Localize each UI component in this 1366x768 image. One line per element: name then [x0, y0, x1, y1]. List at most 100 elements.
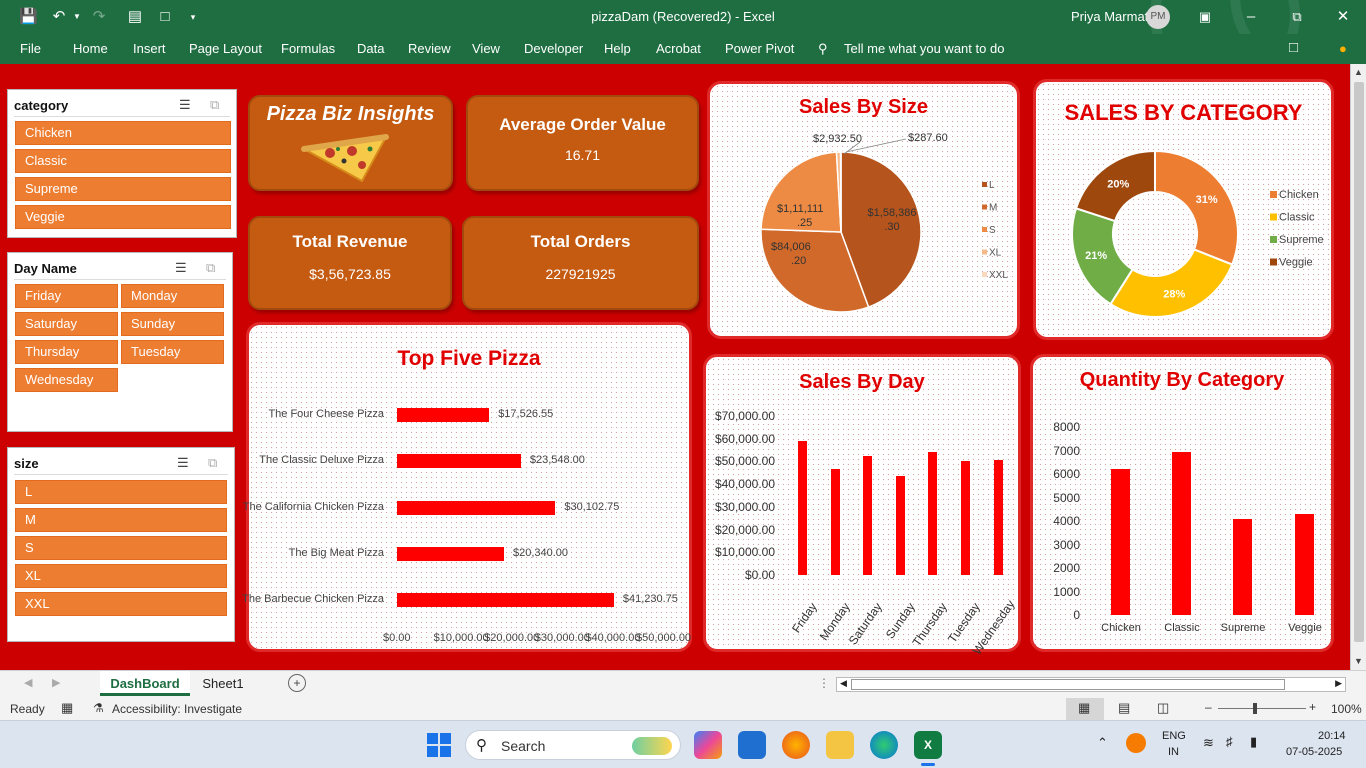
slicer-item[interactable]: Classic	[15, 149, 231, 173]
slicer-item[interactable]: Friday	[15, 284, 118, 308]
firefox-icon[interactable]	[782, 731, 810, 759]
page-break-view-icon[interactable]: ◫	[1157, 700, 1169, 716]
sheet-tab-dashboard[interactable]: DashBoard	[100, 671, 190, 696]
slicer-item[interactable]: Monday	[121, 284, 224, 308]
tab-power-pivot[interactable]: Power Pivot	[725, 41, 794, 56]
chart-sales-by-category[interactable]: SALES BY CATEGORY 31% 28% 21% 20% Chicken Cla…	[1033, 79, 1334, 340]
slicer-item[interactable]: M	[15, 508, 227, 532]
scroll-up-icon[interactable]: ▲	[1354, 67, 1363, 77]
battery-icon[interactable]: ▮	[1250, 734, 1257, 750]
data-label: 20%	[1107, 178, 1129, 190]
file-explorer-icon[interactable]	[826, 731, 854, 759]
zoom-level[interactable]: 100%	[1331, 702, 1362, 716]
accessibility-icon[interactable]: ⚗	[93, 701, 104, 715]
category-label: The Classic Deluxe Pizza	[259, 454, 384, 466]
taskbar-search[interactable]: ⚲ Search	[465, 730, 681, 760]
wifi-icon[interactable]: ≋	[1203, 735, 1214, 751]
slicer-title: Day Name	[14, 261, 77, 276]
donut-slice[interactable]	[1109, 248, 1234, 318]
vertical-scrollbar[interactable]: ▲ ▼	[1350, 64, 1366, 670]
windows-start-icon[interactable]	[427, 733, 451, 757]
lightbulb-icon[interactable]: ⚲	[818, 41, 828, 57]
tab-insert[interactable]: Insert	[133, 41, 166, 56]
volume-icon[interactable]: ♯	[1226, 734, 1233, 749]
comments-icon[interactable]: □	[1289, 39, 1298, 56]
brand-card: Pizza Biz Insights	[248, 95, 453, 191]
prev-sheet-icon[interactable]: ◀	[24, 676, 32, 689]
chart-top-five-pizza[interactable]: Top Five Pizza The Four Cheese Pizza $17,…	[242, 322, 692, 652]
page-layout-view-icon[interactable]: ▤	[1118, 700, 1130, 716]
multi-select-icon[interactable]: ☰	[177, 455, 189, 471]
bar	[928, 452, 938, 575]
slicer-item[interactable]: Tuesday	[121, 340, 224, 364]
donut-slice[interactable]	[1154, 149, 1239, 266]
tab-home[interactable]: Home	[73, 41, 108, 56]
language-ENG[interactable]: ENG	[1162, 730, 1186, 742]
clear-filter-icon[interactable]: ⧉	[206, 260, 215, 276]
slicer-item[interactable]: Sunday	[121, 312, 224, 336]
tab-split-icon[interactable]: ⋮	[818, 676, 830, 690]
slicer-item[interactable]: Saturday	[15, 312, 118, 336]
slicer-item[interactable]: XXL	[15, 592, 227, 616]
multi-select-icon[interactable]: ☰	[179, 97, 191, 113]
zoom-slider[interactable]	[1218, 708, 1306, 709]
add-sheet-icon[interactable]: +	[288, 674, 306, 692]
zoom-slider-thumb[interactable]	[1253, 703, 1257, 714]
category-label: The Four Cheese Pizza	[268, 408, 384, 420]
slicer-item[interactable]: Veggie	[15, 205, 231, 229]
tab-view[interactable]: View	[472, 41, 500, 56]
scroll-down-icon[interactable]: ▼	[1354, 656, 1363, 666]
avast-icon[interactable]	[1126, 733, 1146, 753]
slicer-item[interactable]: L	[15, 480, 227, 504]
clear-filter-icon[interactable]: ⧉	[208, 455, 217, 471]
chart-sales-by-day[interactable]: Sales By Day $0.00 $10,000.00 $20,000.00 $3…	[703, 354, 1021, 657]
multi-select-icon[interactable]: ☰	[175, 260, 187, 276]
macro-record-icon[interactable]: ▦	[61, 700, 73, 716]
tab-acrobat[interactable]: Acrobat	[656, 41, 701, 56]
close-icon[interactable]: ✕	[1330, 6, 1356, 28]
tab-review[interactable]: Review	[408, 41, 451, 56]
scroll-right-icon[interactable]: ▶	[1335, 678, 1342, 689]
scroll-thumb[interactable]	[1354, 82, 1364, 642]
minimize-icon[interactable]: –	[1238, 6, 1264, 28]
zoom-in-icon[interactable]: +	[1309, 700, 1316, 714]
edge-icon[interactable]	[870, 731, 898, 759]
tell-me-search[interactable]: Tell me what you want to do	[844, 41, 1004, 56]
accessibility-status[interactable]: Accessibility: Investigate	[112, 702, 242, 716]
sheet-tab-sheet1[interactable]: Sheet1	[194, 671, 252, 696]
data-label: 21%	[1085, 250, 1107, 262]
slicer-item[interactable]: Thursday	[15, 340, 118, 364]
slicer-item[interactable]: Wednesday	[15, 368, 118, 392]
horizontal-scrollbar[interactable]: ◀ ▶	[836, 677, 1346, 692]
slicer-item[interactable]: S	[15, 536, 227, 560]
restore-icon[interactable]: ⧉	[1284, 6, 1310, 28]
next-sheet-icon[interactable]: ▶	[52, 676, 60, 689]
tab-help[interactable]: Help	[604, 41, 631, 56]
clock-time[interactable]: 20:14	[1318, 730, 1346, 742]
scroll-left-icon[interactable]: ◀	[840, 678, 847, 689]
chart-quantity-by-category[interactable]: Quantity By Category 0 1000 2000 3000 4000 50…	[1030, 354, 1334, 652]
normal-view-button[interactable]: ▦	[1066, 698, 1104, 720]
chart-sales-by-size[interactable]: Sales By Size $1,58,386.30 $1,11,111.25 $8…	[707, 81, 1020, 339]
avatar[interactable]: PM	[1146, 5, 1170, 29]
clock-date[interactable]: 07-05-2025	[1286, 746, 1342, 758]
clear-filter-icon[interactable]: ⧉	[210, 97, 219, 113]
language-IN[interactable]: IN	[1168, 746, 1179, 758]
scroll-thumb[interactable]	[851, 679, 1285, 690]
kpi-total-orders: Total Orders 227921925	[462, 216, 699, 310]
copilot-icon[interactable]	[694, 731, 722, 759]
excel-taskbar-icon[interactable]: X	[914, 731, 942, 759]
tab-formulas[interactable]: Formulas	[281, 41, 335, 56]
show-hidden-icons-icon[interactable]: ⌃	[1097, 735, 1108, 751]
sheet-tabs-bar: ◀ ▶ DashBoard Sheet1 + ⋮ ◀ ▶	[0, 670, 1366, 698]
slicer-item[interactable]: XL	[15, 564, 227, 588]
tab-file[interactable]: File	[20, 41, 41, 56]
tab-data[interactable]: Data	[357, 41, 384, 56]
store-icon[interactable]	[738, 731, 766, 759]
tab-developer[interactable]: Developer	[524, 41, 583, 56]
ribbon-display-icon[interactable]: ▣	[1192, 6, 1218, 28]
slicer-item[interactable]: Chicken	[15, 121, 231, 145]
zoom-out-icon[interactable]: –	[1205, 700, 1212, 714]
tab-page-layout[interactable]: Page Layout	[189, 41, 262, 56]
slicer-item[interactable]: Supreme	[15, 177, 231, 201]
